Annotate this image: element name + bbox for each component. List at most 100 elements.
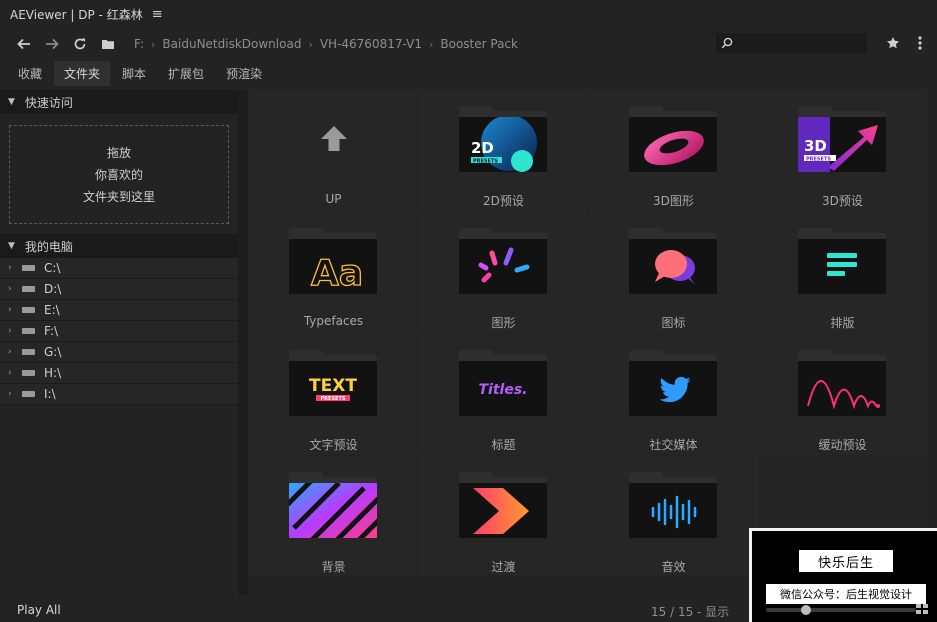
panel-splitter[interactable]	[238, 90, 248, 595]
watermark-subtitle: 微信公众号：后生视觉设计	[766, 584, 926, 604]
titles-thumb: Titles.	[479, 382, 528, 398]
folder-icon	[798, 228, 886, 294]
drive-label: I:\	[44, 387, 56, 401]
folder-label: 3D图形	[653, 194, 694, 208]
chevron-right-icon[interactable]: ›	[8, 305, 20, 315]
folder-icon: TEXT PRESETS	[289, 350, 377, 416]
drive-item-d[interactable]: › D:\	[0, 279, 238, 300]
drive-item-c[interactable]: › C:\	[0, 258, 238, 279]
tab-favorites[interactable]: 收藏	[8, 61, 52, 86]
chevron-right-icon[interactable]: ›	[8, 326, 20, 336]
search-box[interactable]	[716, 33, 867, 53]
zoom-slider[interactable]	[766, 605, 916, 615]
folder-tile-text-presets[interactable]: TEXT PRESETS 文字预设	[249, 334, 418, 455]
breadcrumb-item[interactable]: VH-46760817-V1	[320, 37, 422, 51]
drive-item-f[interactable]: › F:\	[0, 321, 238, 342]
grid-view-icon[interactable]	[916, 604, 928, 614]
refresh-icon[interactable]	[66, 30, 94, 58]
shapes-thumb	[478, 247, 530, 283]
breadcrumb-item[interactable]: BaiduNetdiskDownload	[162, 37, 301, 51]
back-arrow-icon[interactable]	[10, 30, 38, 58]
thumb-text: Titles.	[479, 382, 528, 398]
quick-access-title: 快速访问	[24, 95, 73, 110]
folder-tile-3d-presets[interactable]: 3D PRESETS 3D预设	[758, 90, 927, 211]
chevron-right-icon[interactable]: ›	[8, 368, 20, 378]
drive-item-g[interactable]: › G:\	[0, 342, 238, 363]
folder-tile-transitions[interactable]: 过渡	[419, 456, 588, 577]
breadcrumb-item[interactable]: Booster Pack	[440, 37, 518, 51]
item-count: 15 / 15 - 显示	[651, 605, 730, 619]
title-bar: AEViewer | DP - 红森林 ≡	[0, 0, 937, 28]
folder-tile-shapes[interactable]: 图形	[419, 212, 588, 333]
hamburger-menu-icon[interactable]: ≡	[152, 7, 163, 22]
folder-label: 音效	[661, 560, 686, 574]
folder-icon: 3D PRESETS	[798, 106, 886, 172]
layout-thumb	[827, 253, 857, 276]
folder-tile-2d-presets[interactable]: 2D PRESETS 2D预设	[419, 90, 588, 211]
folder-icon	[629, 228, 717, 294]
thumb-subtext: PRESETS	[321, 396, 346, 402]
folder-icon[interactable]	[94, 30, 122, 58]
folder-label: 社交媒体	[649, 438, 698, 452]
drive-label: D:\	[44, 282, 62, 296]
folder-label: 缓动预设	[818, 438, 867, 452]
thumb-text: 3D	[804, 137, 827, 155]
easing-presets-thumb	[807, 380, 880, 410]
more-options-icon[interactable]	[908, 30, 932, 56]
folder-icon	[459, 228, 547, 294]
tab-folders[interactable]: 文件夹	[54, 60, 111, 86]
folder-tile-up[interactable]: UP	[249, 90, 418, 211]
forward-arrow-icon[interactable]	[38, 30, 66, 58]
navigation-bar: F: › BaiduNetdiskDownload › VH-46760817-…	[0, 28, 937, 60]
chevron-right-icon[interactable]: ›	[8, 284, 20, 294]
folder-tile-backgrounds[interactable]: 背景	[249, 456, 418, 577]
favorites-drop-zone[interactable]: 拖放 你喜欢的 文件夹到这里	[9, 125, 229, 224]
breadcrumb-item[interactable]: F:	[134, 37, 144, 51]
tab-prerender[interactable]: 预渲染	[216, 61, 272, 86]
3d-presets-thumb: 3D PRESETS	[798, 117, 878, 172]
folder-tile-3d-shapes[interactable]: 3D图形	[589, 90, 758, 211]
chevron-right-icon: ›	[428, 37, 434, 51]
drive-label: H:\	[44, 366, 62, 380]
folder-tile-sound-fx[interactable]: 音效	[589, 456, 758, 577]
typefaces-thumb: Aa	[310, 252, 363, 294]
folder-grid: UP 2D PRESETS 2D预设 3D图形 3D PRESETS 3D预设 …	[249, 90, 937, 595]
chevron-right-icon[interactable]: ›	[8, 389, 20, 399]
my-computer-header[interactable]: ▼ 我的电脑	[0, 234, 238, 258]
drive-item-h[interactable]: › H:\	[0, 363, 238, 384]
favorite-star-icon[interactable]	[880, 30, 906, 56]
dropzone-text: 你喜欢的	[94, 167, 143, 182]
folder-icon	[289, 472, 377, 538]
folder-tile-easing-presets[interactable]: 缓动预设	[758, 334, 927, 455]
thumb-subtext: PRESETS	[806, 156, 831, 162]
quick-access-header[interactable]: ▼ 快速访问	[0, 90, 238, 114]
folder-tile-icons[interactable]: 图标	[589, 212, 758, 333]
transitions-thumb	[473, 488, 529, 534]
hard-drive-icon	[22, 391, 35, 397]
search-icon	[721, 37, 733, 49]
tab-extensions[interactable]: 扩展包	[158, 61, 214, 86]
thumb-subtext: PRESETS	[473, 158, 498, 164]
folder-tile-titles[interactable]: Titles. 标题	[419, 334, 588, 455]
chevron-right-icon[interactable]: ›	[8, 347, 20, 357]
thumb-text: TEXT	[309, 376, 357, 396]
folder-tile-layout[interactable]: 排版	[758, 212, 927, 333]
folder-label: 文字预设	[309, 438, 358, 452]
slider-knob[interactable]	[801, 605, 811, 615]
play-all-button[interactable]: Play All	[17, 603, 61, 617]
folder-tile-social-media[interactable]: 社交媒体	[589, 334, 758, 455]
chevron-right-icon[interactable]: ›	[8, 263, 20, 273]
tab-scripts[interactable]: 脚本	[112, 61, 156, 86]
icons-thumb	[655, 250, 695, 285]
breadcrumb: F: › BaiduNetdiskDownload › VH-46760817-…	[134, 37, 518, 51]
folder-icon: 2D PRESETS	[459, 106, 547, 172]
dropzone-text: 拖放	[106, 145, 131, 160]
folder-label: 标题	[491, 438, 516, 452]
folder-label: 2D预设	[483, 194, 524, 208]
drive-item-i[interactable]: › I:\	[0, 384, 238, 405]
drive-item-e[interactable]: › E:\	[0, 300, 238, 321]
search-input[interactable]	[737, 36, 865, 50]
dropzone-text: 文件夹到这里	[82, 189, 155, 204]
chevron-down-icon: ▼	[8, 97, 15, 107]
folder-tile-typefaces[interactable]: Aa Typefaces	[249, 212, 418, 333]
